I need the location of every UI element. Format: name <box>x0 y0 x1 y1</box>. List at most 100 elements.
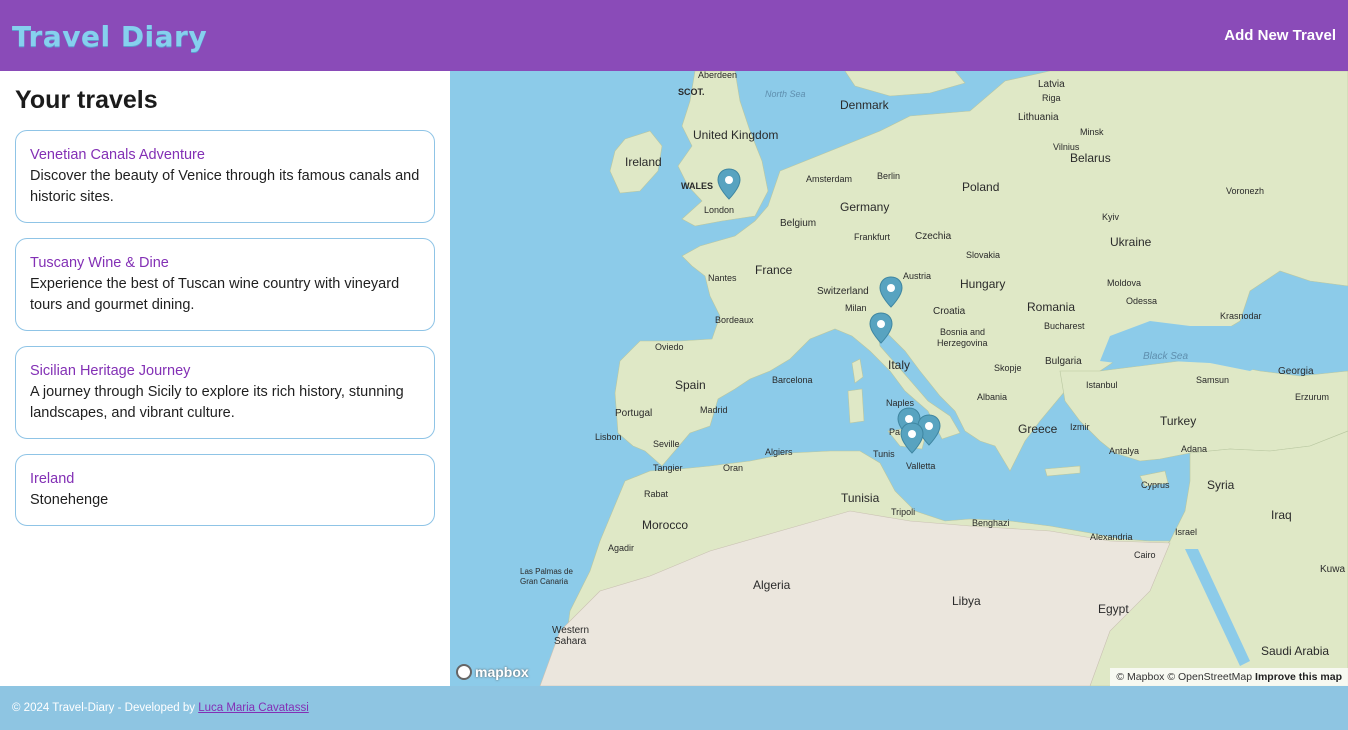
map-label-western: Western <box>552 625 589 636</box>
map-label-poland: Poland <box>962 180 999 194</box>
map-label-austria: Austria <box>903 271 931 281</box>
map-city-london: London <box>704 205 734 215</box>
travel-card[interactable]: Sicilian Heritage Journey A journey thro… <box>15 346 435 439</box>
map-canvas[interactable]: SCOT. WALES North Sea Black Sea Ireland … <box>450 71 1348 686</box>
travel-title[interactable]: Venetian Canals Adventure <box>30 147 420 163</box>
map-label-croatia: Croatia <box>933 306 966 317</box>
travels-sidebar: Your travels Venetian Canals Adventure D… <box>0 71 450 686</box>
map-label-france: France <box>755 263 793 277</box>
map-label-moldova: Moldova <box>1107 278 1141 288</box>
map-city-kyiv: Kyiv <box>1102 212 1120 222</box>
map-city-oran: Oran <box>723 463 743 473</box>
map-label-italy: Italy <box>888 358 910 372</box>
author-link[interactable]: Luca Maria Cavatassi <box>198 702 309 714</box>
map-city-berlin: Berlin <box>877 171 900 181</box>
map-label-morocco: Morocco <box>642 518 688 532</box>
map-city-alexandria: Alexandria <box>1090 532 1133 542</box>
map-city-minsk: Minsk <box>1080 127 1104 137</box>
map-label-bosnia: Bosnia and <box>940 327 985 337</box>
map-label-portugal: Portugal <box>615 408 652 419</box>
map-city-odessa: Odessa <box>1126 296 1157 306</box>
map-city-amsterdam: Amsterdam <box>806 174 852 184</box>
travel-description: Experience the best of Tuscan wine count… <box>30 276 400 313</box>
map-city-oviedo: Oviedo <box>655 342 684 352</box>
map-city-bucharest: Bucharest <box>1044 321 1085 331</box>
map-city-frankfurt: Frankfurt <box>854 232 891 242</box>
map-city-istanbul: Istanbul <box>1086 380 1118 390</box>
map-city-nantes: Nantes <box>708 273 737 283</box>
map-label-uk: United Kingdom <box>693 128 778 142</box>
map-city-barcelona: Barcelona <box>772 375 813 385</box>
map-label-algeria: Algeria <box>753 578 791 592</box>
map-city-gran-canaria: Gran Canaria <box>520 577 569 586</box>
map-label-ireland: Ireland <box>625 155 662 169</box>
map-label-hungary: Hungary <box>960 277 1005 291</box>
map-city-bordeaux: Bordeaux <box>715 315 754 325</box>
travel-description: A journey through Sicily to explore its … <box>30 384 404 421</box>
map-city-rabat: Rabat <box>644 489 669 499</box>
map-city-tangier: Tangier <box>653 463 683 473</box>
map-label-denmark: Denmark <box>840 98 890 112</box>
attribution-text[interactable]: © Mapbox © OpenStreetMap <box>1116 671 1252 683</box>
mapbox-logo-text: mapbox <box>475 664 529 680</box>
map-city-voronezh: Voronezh <box>1226 186 1264 196</box>
map-label-greece: Greece <box>1018 422 1058 436</box>
map-label-north-sea: North Sea <box>765 89 806 99</box>
add-new-travel-link[interactable]: Add New Travel <box>1224 27 1336 44</box>
map-label-egypt: Egypt <box>1098 602 1129 616</box>
map-city-palermo: Pa <box>889 427 900 437</box>
map-label-lithuania: Lithuania <box>1018 112 1059 123</box>
map-city-riga: Riga <box>1042 93 1061 103</box>
travel-card[interactable]: Venetian Canals Adventure Discover the b… <box>15 130 435 223</box>
map-label-spain: Spain <box>675 378 706 392</box>
app-logo[interactable]: Travel Diary <box>12 20 207 53</box>
mapbox-logo[interactable]: mapbox <box>456 664 529 680</box>
travel-map[interactable]: SCOT. WALES North Sea Black Sea Ireland … <box>450 71 1348 686</box>
map-city-samsun: Samsun <box>1196 375 1229 385</box>
map-label-herzegovina: Herzegovina <box>937 338 988 348</box>
map-city-izmir: Izmir <box>1070 422 1090 432</box>
improve-map-link[interactable]: Improve this map <box>1255 671 1342 683</box>
map-city-vilnius: Vilnius <box>1053 142 1080 152</box>
map-city-valletta: Valletta <box>906 461 935 471</box>
map-label-bulgaria: Bulgaria <box>1045 356 1082 367</box>
map-label-albania: Albania <box>977 392 1007 402</box>
map-label-latvia: Latvia <box>1038 79 1065 90</box>
page-title: Your travels <box>15 86 158 114</box>
map-city-agadir: Agadir <box>608 543 634 553</box>
map-city-benghazi: Benghazi <box>972 518 1010 528</box>
travel-card[interactable]: Ireland Stonehenge <box>15 454 435 526</box>
map-label-turkey: Turkey <box>1160 414 1196 428</box>
map-label-libya: Libya <box>952 594 981 608</box>
travel-title[interactable]: Ireland <box>30 471 420 487</box>
map-city-lisbon: Lisbon <box>595 432 622 442</box>
map-city-milan: Milan <box>845 303 867 313</box>
map-label-romania: Romania <box>1027 300 1075 314</box>
page-footer: © 2024 Travel-Diary - Developed by Luca … <box>0 686 1348 730</box>
map-label-black-sea: Black Sea <box>1143 351 1188 362</box>
map-label-czechia: Czechia <box>915 231 952 242</box>
map-city-naples: Naples <box>886 398 915 408</box>
map-city-krasnodar: Krasnodar <box>1220 311 1262 321</box>
map-label-syria: Syria <box>1207 478 1235 492</box>
map-label-slovakia: Slovakia <box>966 250 1000 260</box>
travel-card[interactable]: Tuscany Wine & Dine Experience the best … <box>15 238 435 331</box>
map-label-sahara: Sahara <box>554 636 587 647</box>
map-city-algiers: Algiers <box>765 447 793 457</box>
map-label-israel: Israel <box>1175 527 1197 537</box>
travel-description: Discover the beauty of Venice through it… <box>30 168 420 205</box>
map-city-madrid: Madrid <box>700 405 728 415</box>
map-city-tripoli: Tripoli <box>891 507 915 517</box>
map-city-antalya: Antalya <box>1109 446 1139 456</box>
map-label-germany: Germany <box>840 200 889 214</box>
map-label-georgia: Georgia <box>1278 366 1314 377</box>
travel-title[interactable]: Tuscany Wine & Dine <box>30 255 420 271</box>
travel-description: Stonehenge <box>30 492 109 508</box>
travel-title[interactable]: Sicilian Heritage Journey <box>30 363 420 379</box>
map-city-adana: Adana <box>1181 444 1207 454</box>
map-label-saudi-arabia: Saudi Arabia <box>1261 644 1329 658</box>
map-city-seville: Seville <box>653 439 680 449</box>
map-city-cairo: Cairo <box>1134 550 1156 560</box>
map-label-belarus: Belarus <box>1070 151 1111 165</box>
travel-list: Venetian Canals Adventure Discover the b… <box>15 130 435 541</box>
